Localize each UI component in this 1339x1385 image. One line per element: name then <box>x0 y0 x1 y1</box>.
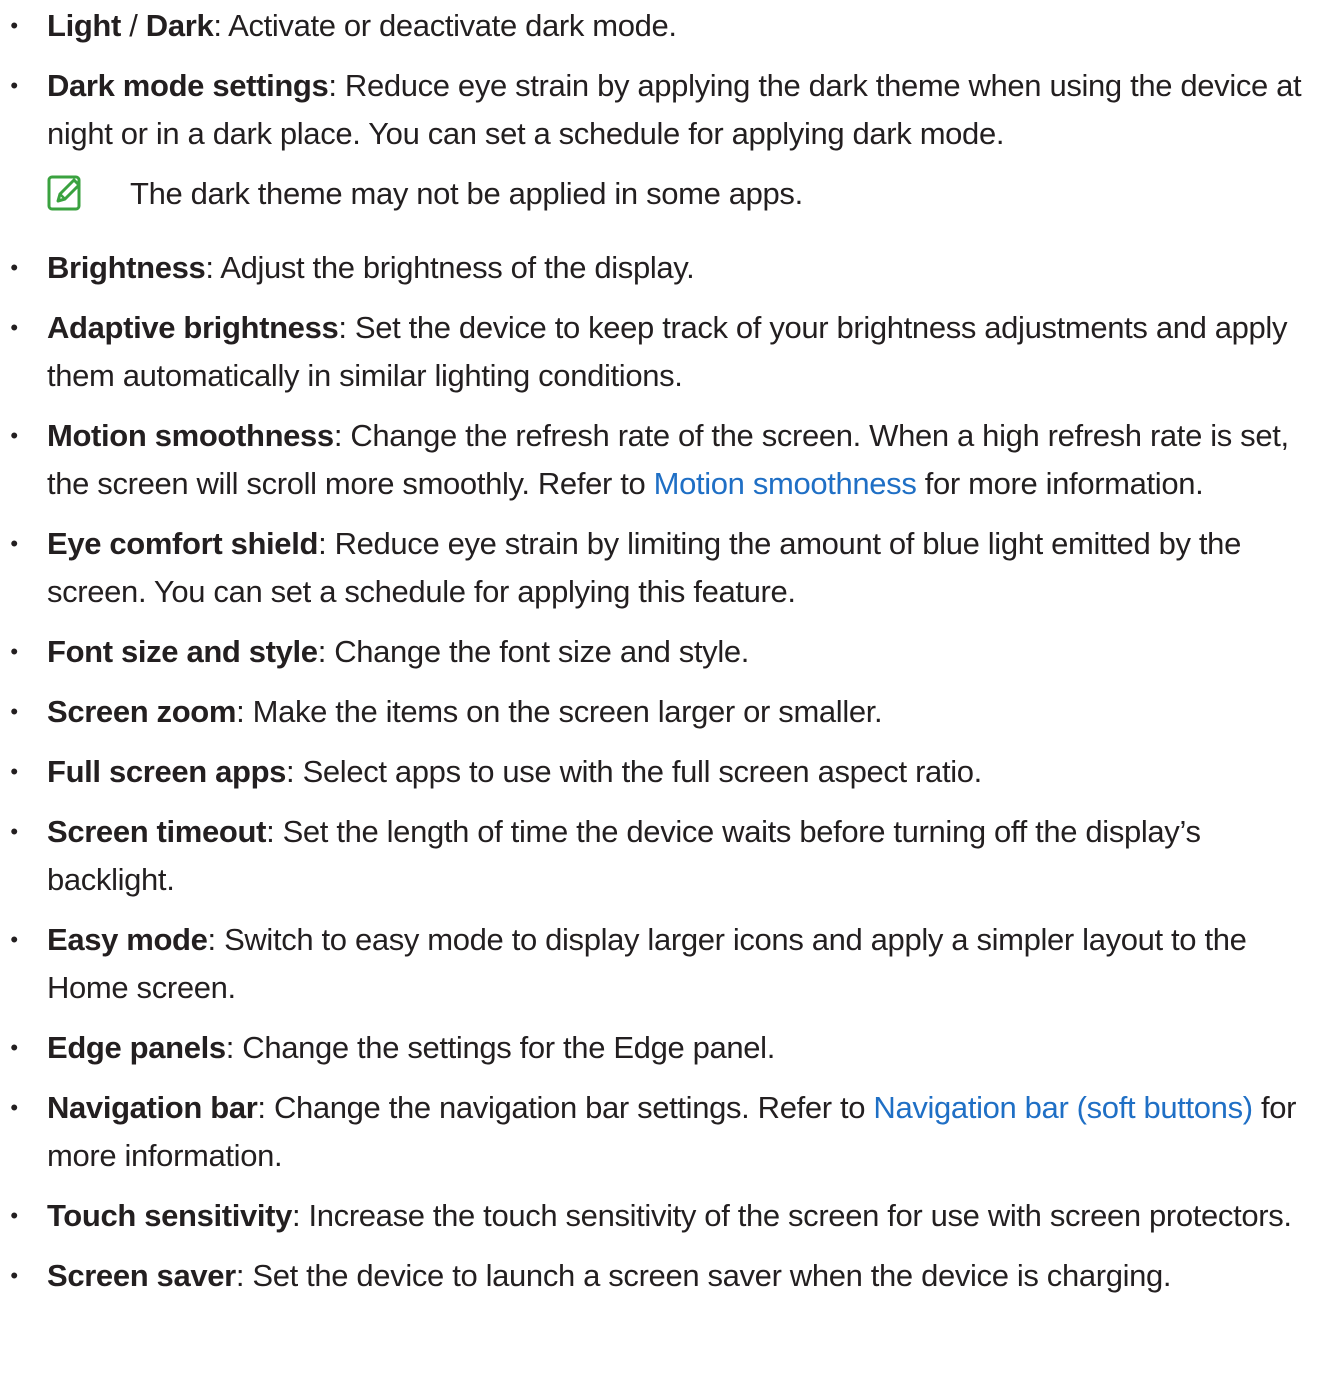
note-text: The dark theme may not be applied in som… <box>130 176 803 211</box>
setting-description: / <box>121 8 146 43</box>
link-motion-smoothness[interactable]: Motion smoothness <box>654 466 917 501</box>
list-item: • Easy mode: Switch to easy mode to displ… <box>0 916 1339 1012</box>
setting-term: Adaptive brightness <box>47 310 339 345</box>
setting-term: Motion smoothness <box>47 418 334 453</box>
setting-description: : Switch to easy mode to display larger … <box>47 922 1247 1005</box>
bullet-icon: • <box>10 639 18 664</box>
setting-term: Screen saver <box>47 1258 236 1293</box>
setting-term: Eye comfort shield <box>47 526 319 561</box>
link-navigation-bar-soft-buttons[interactable]: Navigation bar (soft buttons) <box>873 1090 1253 1125</box>
setting-term: Font size and style <box>47 634 318 669</box>
list-item: • Navigation bar: Change the navigation b… <box>0 1084 1339 1180</box>
note-pencil-icon <box>47 175 81 211</box>
setting-description: : Change the navigation bar settings. Re… <box>257 1090 874 1125</box>
list-item: • Screen saver: Set the device to launch … <box>0 1252 1339 1300</box>
setting-description: : Make the items on the screen larger or… <box>236 694 883 729</box>
list-item: • Screen zoom: Make the items on the scre… <box>0 688 1339 736</box>
setting-term: Brightness <box>47 250 206 285</box>
settings-description-list: • Light / Dark: Activate or deactivate da… <box>0 0 1339 1385</box>
setting-term: Light <box>47 8 121 43</box>
bullet-icon: • <box>10 759 18 784</box>
setting-term: Easy mode <box>47 922 208 957</box>
setting-term: Full screen apps <box>47 754 287 789</box>
bullet-icon: • <box>10 819 18 844</box>
bullet-icon: • <box>10 13 18 38</box>
list-item: • Full screen apps: Select apps to use wi… <box>0 748 1339 796</box>
setting-term: Navigation bar <box>47 1090 258 1125</box>
bullet-icon: • <box>10 531 18 556</box>
bullet-icon: • <box>10 699 18 724</box>
setting-description: : Increase the touch sensitivity of the … <box>291 1198 1292 1233</box>
list-item: • Screen timeout: Set the length of time … <box>0 808 1339 904</box>
bullet-icon: • <box>10 1203 18 1228</box>
setting-description: : Set the device to launch a screen save… <box>235 1258 1172 1293</box>
bullet-icon: • <box>10 1035 18 1060</box>
list-item: • Edge panels: Change the settings for th… <box>0 1024 1339 1072</box>
list-item: • Motion smoothness: Change the refresh r… <box>0 412 1339 508</box>
list-item: • Dark mode settings: Reduce eye strain b… <box>0 62 1339 158</box>
bullet-icon: • <box>10 423 18 448</box>
bullet-icon: • <box>10 1263 18 1288</box>
setting-description: : Change the settings for the Edge panel… <box>225 1030 776 1065</box>
list-item: • Touch sensitivity: Increase the touch s… <box>0 1192 1339 1240</box>
setting-term: Dark <box>145 8 214 43</box>
setting-description: : Change the font size and style. <box>317 634 750 669</box>
list-item: • Font size and style: Change the font si… <box>0 628 1339 676</box>
list-item: • Brightness: Adjust the brightness of th… <box>0 244 1339 292</box>
bullet-icon: • <box>10 255 18 280</box>
list-item: • Adaptive brightness: Set the device to … <box>0 304 1339 400</box>
bullet-icon: • <box>10 927 18 952</box>
setting-description: : Select apps to use with the full scree… <box>286 754 982 789</box>
setting-term: Screen zoom <box>47 694 237 729</box>
setting-term: Touch sensitivity <box>47 1198 292 1233</box>
setting-term: Edge panels <box>47 1030 226 1065</box>
bullet-icon: • <box>10 1095 18 1120</box>
setting-description: : Adjust the brightness of the display. <box>205 250 695 285</box>
setting-description: for more information. <box>916 466 1204 501</box>
setting-description: : Activate or deactivate dark mode. <box>213 8 677 43</box>
setting-term: Dark mode settings <box>47 68 329 103</box>
list-item: • Eye comfort shield: Reduce eye strain b… <box>0 520 1339 616</box>
list-item: • Light / Dark: Activate or deactivate da… <box>0 2 1339 50</box>
bullet-icon: • <box>10 315 18 340</box>
bullet-icon: • <box>10 73 18 98</box>
note: The dark theme may not be applied in som… <box>0 170 1339 218</box>
setting-term: Screen timeout <box>47 814 267 849</box>
